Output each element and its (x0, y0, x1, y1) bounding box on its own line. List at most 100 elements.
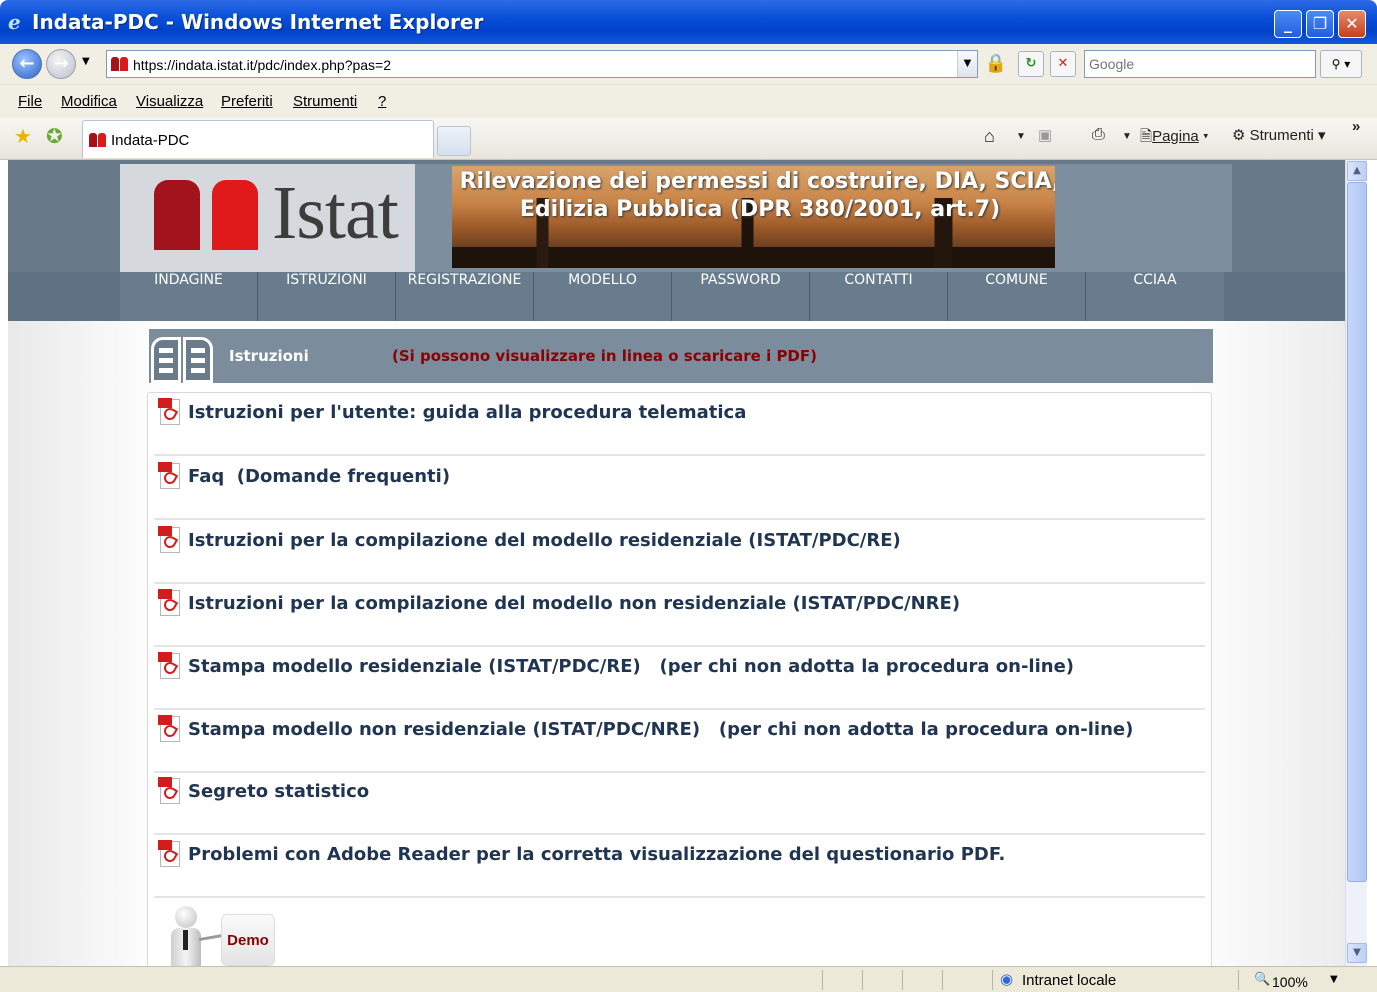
demo-button[interactable]: Demo (221, 914, 275, 966)
demo-area: Demo (163, 896, 293, 966)
nav-istruzioni[interactable]: ISTRUZIONI (258, 272, 396, 321)
back-button[interactable]: ← (12, 49, 42, 79)
page-menu-label: Pagina (1152, 128, 1199, 145)
zoom-dropdown-icon[interactable]: ▼ (1330, 974, 1338, 985)
feeds-icon[interactable]: ▣ (1038, 126, 1052, 144)
address-url[interactable]: https://indata.istat.it/pdc/index.php?pa… (133, 57, 391, 73)
list-item[interactable]: Faq (Domande frequenti) (154, 457, 1205, 520)
nav-indagine[interactable]: INDAGINE (120, 272, 258, 321)
nav-password[interactable]: PASSWORD (672, 272, 810, 321)
page-menu[interactable]: 🗎Pagina ▾ (1140, 126, 1209, 151)
header-inner: Istat Rilevazione dei permessi di costru… (120, 164, 1232, 272)
tab-label: Indata-PDC (111, 132, 190, 149)
list-item-link[interactable]: Problemi con Adobe Reader per la corrett… (188, 844, 1005, 865)
add-favorite-icon[interactable]: ✪ (46, 124, 63, 148)
list-item-link[interactable]: Istruzioni per la compilazione del model… (188, 530, 901, 551)
list-item[interactable]: Stampa modello non residenziale (ISTAT/P… (154, 710, 1205, 773)
intranet-zone-icon: ◉ (1000, 970, 1014, 988)
menu-edit[interactable]: Modifica (61, 93, 117, 110)
main-navigation: INDAGINE ISTRUZIONI REGISTRAZIONE MODELL… (8, 272, 1345, 321)
favorites-star-icon[interactable]: ★ (14, 124, 32, 148)
list-item-link[interactable]: Segreto statistico (188, 781, 369, 802)
pdf-icon (158, 840, 182, 868)
menu-help[interactable]: ? (378, 93, 386, 110)
address-dropdown-icon[interactable]: ▼ (957, 51, 977, 77)
pdf-icon (158, 652, 182, 680)
toolbar-overflow-icon[interactable]: » (1352, 118, 1360, 135)
section-header: Istruzioni (Si possono visualizzare in l… (149, 329, 1213, 383)
menu-file[interactable]: File (18, 93, 42, 110)
print-dropdown-icon[interactable]: ▼ (1122, 131, 1132, 142)
nav-comune[interactable]: COMUNE (948, 272, 1086, 321)
tab-indata-pdc[interactable]: Indata-PDC (82, 120, 434, 158)
search-button[interactable]: ⚲ ▾ (1320, 50, 1362, 78)
tools-menu[interactable]: ⚙ Strumenti ▾ (1232, 126, 1326, 144)
instructions-list: Istruzioni per l'utente: guida alla proc… (147, 392, 1212, 966)
new-tab-button[interactable] (437, 126, 471, 156)
lock-icon[interactable]: 🔒 (982, 50, 1010, 78)
menu-view[interactable]: Visualizza (136, 93, 203, 110)
print-icon[interactable]: ⎙ (1092, 126, 1105, 144)
zoom-level[interactable]: 100% (1272, 974, 1308, 990)
refresh-button[interactable]: ↻ (1018, 51, 1044, 77)
forward-button[interactable]: → (46, 49, 76, 79)
scroll-down-icon[interactable]: ▼ (1347, 943, 1367, 963)
zoom-icon[interactable]: 🔍 (1254, 972, 1270, 987)
pdf-icon (158, 777, 182, 805)
site-header: Istat Rilevazione dei permessi di costru… (8, 160, 1345, 272)
tab-bar: ★ ✪ Indata-PDC ⌂ ▼ ▣ ⎙ ▼ 🗎Pagina ▾ ⚙ Str… (0, 118, 1377, 160)
book-icon (151, 337, 215, 383)
list-item-link[interactable]: Stampa modello non residenziale (ISTAT/P… (188, 719, 1133, 740)
nav-cciaa[interactable]: CCIAA (1086, 272, 1224, 321)
header-banner: Rilevazione dei permessi di costruire, D… (452, 166, 1055, 268)
list-item-link[interactable]: Istruzioni per la compilazione del model… (188, 593, 960, 614)
scroll-thumb[interactable] (1347, 182, 1367, 882)
home-dropdown-icon[interactable]: ▼ (1016, 131, 1026, 142)
scroll-up-icon[interactable]: ▲ (1347, 161, 1367, 181)
list-item[interactable]: Istruzioni per l'utente: guida alla proc… (154, 393, 1205, 456)
istat-logo[interactable]: Istat (120, 164, 415, 272)
menu-tools[interactable]: Strumenti (293, 93, 357, 110)
menu-bar: File Modifica Visualizza Preferiti Strum… (0, 84, 1377, 118)
home-icon[interactable]: ⌂ (984, 126, 995, 147)
list-item-link[interactable]: Stampa modello residenziale (ISTAT/PDC/R… (188, 656, 1074, 677)
list-item-link[interactable]: Istruzioni per l'utente: guida alla proc… (188, 402, 746, 423)
nav-contatti[interactable]: CONTATTI (810, 272, 948, 321)
list-item-link[interactable]: Faq (Domande frequenti) (188, 466, 450, 487)
status-bar: ◉ Intranet locale 🔍 100% ▼ (0, 966, 1377, 992)
list-item[interactable]: Istruzioni per la compilazione del model… (154, 521, 1205, 584)
pdf-icon (158, 589, 182, 617)
menu-favorites[interactable]: Preferiti (221, 93, 273, 110)
close-button[interactable]: ✕ (1338, 10, 1366, 38)
search-box[interactable] (1084, 50, 1316, 78)
history-dropdown-icon[interactable]: ▼ (82, 56, 90, 67)
banner-title: Rilevazione dei permessi di costruire, D… (459, 169, 1055, 222)
security-zone[interactable]: Intranet locale (1022, 972, 1116, 989)
search-input[interactable] (1085, 51, 1315, 77)
address-toolbar: ← → ▼ https://indata.istat.it/pdc/index.… (0, 44, 1377, 84)
site-favicon-icon (111, 56, 129, 72)
list-item[interactable]: Segreto statistico (154, 772, 1205, 835)
pdf-icon (158, 462, 182, 490)
minimize-button[interactable]: _ (1274, 10, 1302, 38)
pdf-icon (158, 398, 182, 426)
ie-logo-icon: e (8, 10, 21, 34)
logo-text: Istat (272, 171, 399, 255)
tab-favicon-icon (89, 132, 107, 148)
section-title: Istruzioni (229, 347, 309, 365)
logo-bar-red (212, 180, 258, 250)
address-bar[interactable]: https://indata.istat.it/pdc/index.php?pa… (106, 50, 978, 78)
window-title: Indata-PDC - Windows Internet Explorer (32, 10, 484, 34)
maximize-button[interactable]: ❐ (1306, 10, 1334, 38)
nav-registrazione[interactable]: REGISTRAZIONE (396, 272, 534, 321)
tools-menu-label: Strumenti (1249, 127, 1314, 144)
window-title-bar: e Indata-PDC - Windows Internet Explorer… (0, 0, 1377, 44)
presenter-icon (175, 906, 197, 928)
nav-modello[interactable]: MODELLO (534, 272, 672, 321)
vertical-scrollbar[interactable]: ▲ ▼ (1345, 160, 1367, 966)
section-note: (Si possono visualizzare in linea o scar… (392, 347, 817, 365)
list-item[interactable]: Istruzioni per la compilazione del model… (154, 584, 1205, 647)
list-item[interactable]: Stampa modello residenziale (ISTAT/PDC/R… (154, 647, 1205, 710)
list-item[interactable]: Problemi con Adobe Reader per la corrett… (154, 835, 1205, 898)
stop-button[interactable]: ✕ (1050, 51, 1076, 77)
